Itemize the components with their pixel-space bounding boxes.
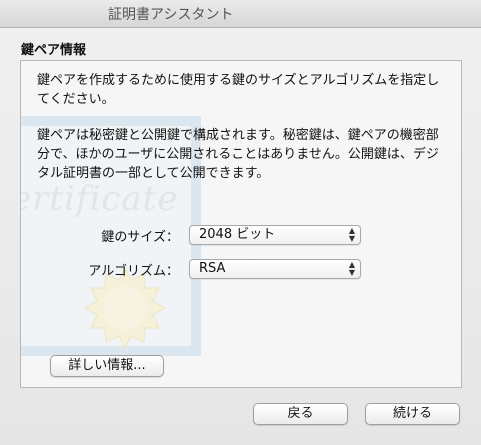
algorithm-popup[interactable]: RSA ▲ ▼ bbox=[189, 259, 361, 279]
description-key-pair: 鍵ペアは秘密鍵と公開鍵で構成されます。秘密鍵は、鍵ペアの機密部分で、ほかのユーザ… bbox=[37, 128, 439, 181]
details-button[interactable]: 詳しい情報... bbox=[50, 355, 164, 377]
up-down-arrows-icon: ▲ ▼ bbox=[348, 226, 355, 243]
section-title: 鍵ペア情報 bbox=[21, 43, 87, 58]
title-bar[interactable]: 証明書アシスタント bbox=[0, 0, 481, 28]
algorithm-label: アルゴリズム： bbox=[88, 264, 179, 279]
algorithm-value: RSA bbox=[199, 261, 226, 276]
content-panel: ertificate 鍵ペアを作成するために使用する鍵のサイズとアルゴリズムを指… bbox=[20, 60, 462, 388]
key-size-value: 2048 ビット bbox=[199, 227, 276, 242]
description-size-algorithm: 鍵ペアを作成するために使用する鍵のサイズとアルゴリズムを指定してください。 bbox=[37, 73, 440, 107]
certificate-assistant-window: 証明書アシスタント 鍵ペア情報 ertificate 鍵ペアを作成するために使用… bbox=[0, 0, 481, 445]
back-button[interactable]: 戻る bbox=[253, 403, 348, 425]
key-size-popup[interactable]: 2048 ビット ▲ ▼ bbox=[189, 225, 361, 245]
key-size-label: 鍵のサイズ： bbox=[101, 230, 179, 245]
continue-button[interactable]: 続ける bbox=[365, 403, 460, 425]
up-down-arrows-icon: ▲ ▼ bbox=[348, 260, 355, 277]
certificate-watermark-text: ertificate bbox=[20, 179, 179, 219]
window-title: 証明書アシスタント bbox=[108, 7, 234, 23]
